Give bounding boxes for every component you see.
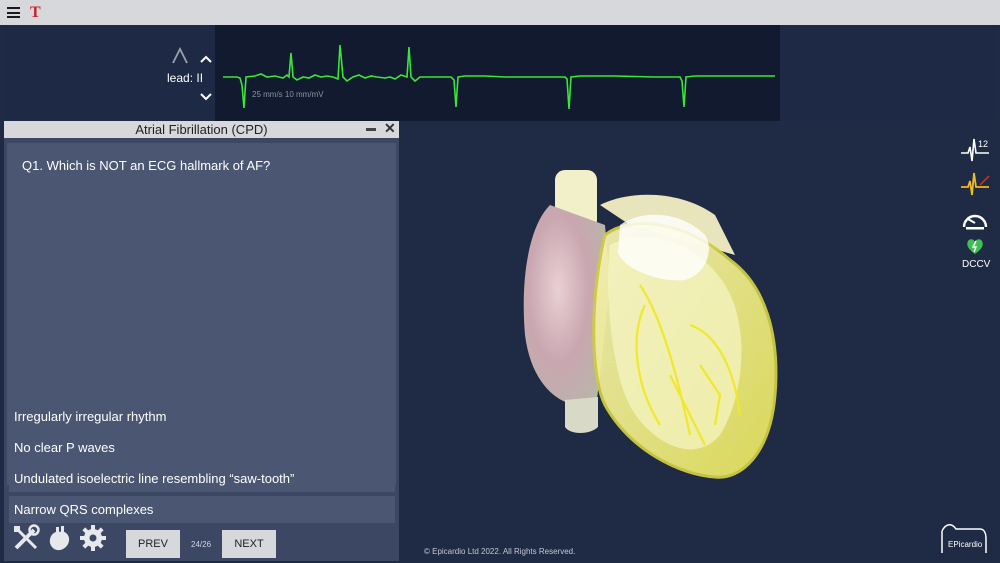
tools-icon[interactable]	[12, 524, 40, 552]
gauge-icon[interactable]	[961, 207, 989, 231]
quiz-header: Atrial Fibrillation (CPD) ✕	[4, 120, 399, 138]
ecg-strip-icon[interactable]	[960, 171, 990, 197]
ecg-scale-text: 25 mm/s 10 mm/mV	[252, 90, 324, 99]
top-bar: T	[0, 0, 1000, 25]
answer-option[interactable]: No clear P waves	[9, 434, 395, 461]
ecg-trace	[223, 44, 775, 110]
copyright-text: © Epicardio Ltd 2022. All Rights Reserve…	[424, 547, 576, 556]
answer-option[interactable]: Undulated isoelectric line resembling “s…	[9, 465, 395, 492]
answer-option[interactable]: Irregularly irregular rhythm	[9, 403, 395, 430]
epicardio-logo	[941, 524, 987, 553]
12-lead-ecg-icon[interactable]: 12	[960, 137, 990, 163]
quiz-title: Atrial Fibrillation (CPD)	[135, 122, 268, 137]
text-tool-icon[interactable]: T	[30, 4, 41, 22]
prev-button[interactable]: PREV	[126, 530, 180, 558]
answer-label: Irregularly irregular rhythm	[14, 409, 167, 424]
question-text: Q1. Which is NOT an ECG hallmark of AF?	[22, 158, 271, 173]
heart-3d-model[interactable]	[510, 165, 800, 495]
next-button[interactable]: NEXT	[222, 530, 276, 558]
heart-model-icon[interactable]	[45, 524, 73, 552]
answer-label: Undulated isoelectric line resembling “s…	[14, 471, 295, 486]
quiz-panel: Atrial Fibrillation (CPD) ✕ Q1. Which is…	[4, 120, 399, 561]
defibrillator-heart-icon[interactable]	[966, 238, 984, 255]
page-indicator: 24/26	[191, 540, 212, 549]
lead-up-chevron-icon[interactable]	[200, 54, 212, 64]
dccv-label[interactable]: DCCV	[962, 259, 990, 270]
lead-label: lead: II	[167, 71, 204, 85]
close-icon[interactable]: ✕	[384, 120, 396, 137]
hamburger-menu-icon[interactable]	[7, 7, 20, 18]
lead-caret-icon[interactable]	[171, 47, 189, 65]
answer-option[interactable]: Narrow QRS complexes	[9, 496, 395, 523]
minimize-icon[interactable]	[366, 128, 376, 131]
lead-down-chevron-icon[interactable]	[200, 92, 212, 102]
answer-label: No clear P waves	[14, 440, 115, 455]
logo-text: EPicardio	[948, 540, 983, 549]
answer-label: Narrow QRS complexes	[14, 502, 154, 517]
settings-gear-icon[interactable]	[79, 524, 107, 552]
svg-text:12: 12	[978, 139, 988, 149]
